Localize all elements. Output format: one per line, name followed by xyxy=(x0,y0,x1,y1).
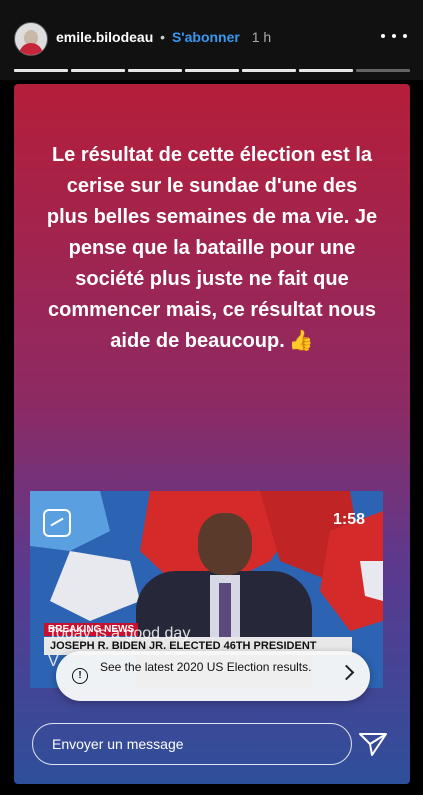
send-icon[interactable] xyxy=(358,731,388,757)
progress-segment xyxy=(185,69,239,72)
igtv-icon xyxy=(43,509,71,537)
follow-button[interactable]: S'abonner xyxy=(172,29,240,45)
user-row: emile.bilodeau • S'abonner 1 h xyxy=(56,29,271,45)
progress-segment xyxy=(299,69,353,72)
banner-text: See the latest 2020 US Election results. xyxy=(100,660,312,674)
message-input[interactable] xyxy=(32,723,352,765)
post-time: 1 h xyxy=(251,29,272,45)
video-duration: 1:58 xyxy=(332,511,365,528)
chevron-right-icon xyxy=(338,664,355,681)
progress-segment xyxy=(71,69,125,72)
story-message: Le résultat de cette élection est la cer… xyxy=(46,144,378,352)
progress-segment xyxy=(14,69,68,72)
progress-segment xyxy=(128,69,182,72)
video-caption: Today is a good day xyxy=(48,625,191,642)
thumbs-up-icon: 👍 xyxy=(288,330,314,352)
story-progress-bar xyxy=(14,69,410,72)
election-results-banner[interactable]: ! See the latest 2020 US Election result… xyxy=(56,651,370,701)
news-anchor-head xyxy=(198,513,252,575)
story-header: emile.bilodeau • S'abonner 1 h xyxy=(0,0,423,80)
avatar-shirt xyxy=(19,43,43,55)
info-icon: ! xyxy=(72,668,88,684)
avatar[interactable] xyxy=(14,22,48,56)
username[interactable]: emile.bilodeau xyxy=(56,29,153,45)
separator-dot: • xyxy=(160,29,166,45)
progress-segment xyxy=(242,69,296,72)
more-options-icon[interactable] xyxy=(381,26,407,46)
progress-segment xyxy=(356,69,410,72)
story-text: Le résultat de cette élection est la cer… xyxy=(44,140,380,357)
news-anchor-tie xyxy=(219,583,231,643)
story-card[interactable]: Le résultat de cette élection est la cer… xyxy=(14,84,410,784)
